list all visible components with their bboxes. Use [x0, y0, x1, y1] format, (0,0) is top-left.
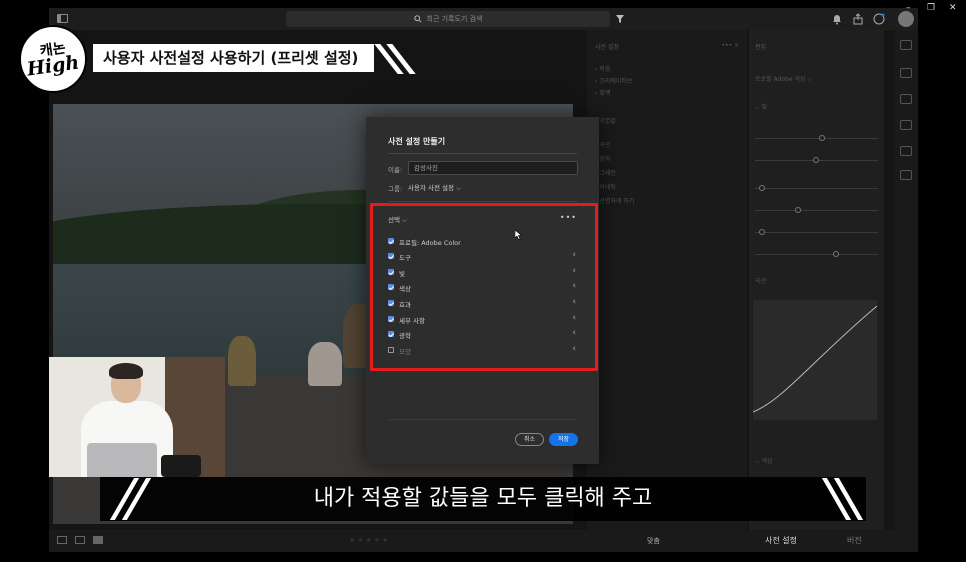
square-grid-icon[interactable]: [75, 536, 85, 544]
avatar[interactable]: [898, 11, 914, 27]
presets-panel: 사전 설정 ••• × › 적응 › 크리에이티브 › 흑백 › 기본값 › 곡…: [587, 30, 747, 530]
cancel-button[interactable]: 취소: [515, 433, 544, 446]
healing-icon[interactable]: [900, 94, 912, 104]
detail-view-icon[interactable]: [93, 536, 103, 544]
divider: [388, 153, 577, 154]
brush-icon[interactable]: [900, 120, 912, 130]
video-title-banner: 사용자 사전설정 사용하기 (프리셋 설정): [93, 44, 375, 72]
tone-curve[interactable]: [752, 300, 878, 420]
grid-view-icon[interactable]: [57, 536, 67, 544]
crop-icon[interactable]: [900, 68, 912, 78]
close-icon[interactable]: ✕: [949, 3, 957, 13]
subtitle-text: 내가 적용할 값들을 모두 클릭해 주고: [313, 486, 653, 511]
tab-presets[interactable]: 사전 설정: [765, 535, 797, 546]
bottom-bar: ★★★★★ 맞춤 사전 설정 버전: [49, 530, 894, 552]
laptop: [87, 443, 157, 477]
edit-tools-icon[interactable]: [900, 40, 912, 50]
group-dropdown[interactable]: 사용자 사전 설정 ⌵: [408, 182, 461, 193]
top-bar: 최근 기록도기 검색: [49, 8, 918, 30]
search-placeholder: 최근 기록도기 검색: [426, 15, 483, 23]
filter-icon[interactable]: [615, 14, 625, 24]
search-bar[interactable]: 최근 기록도기 검색: [286, 11, 610, 27]
sidebar-toggle-icon[interactable]: [57, 14, 68, 23]
subtitle-box: 내가 적용할 값들을 모두 클릭해 주고: [100, 477, 866, 521]
edit-panel: 편집 프로필 Adobe 색상 ⌵ ⌵ 빛 곡선 ⌵ 색상: [749, 30, 884, 530]
name-label: 이름:: [388, 166, 403, 174]
highlight-box: [370, 203, 598, 371]
preset-name-input[interactable]: 감성사진: [408, 161, 578, 175]
search-icon: [413, 15, 422, 23]
right-tool-rail: [894, 30, 918, 552]
group-label: 그룹:: [388, 185, 403, 193]
share-icon[interactable]: [852, 13, 864, 25]
webcam-overlay: [49, 357, 225, 477]
gradient-icon[interactable]: [900, 146, 912, 156]
save-button[interactable]: 저장: [549, 433, 578, 446]
logo-text-bottom: High: [25, 50, 81, 81]
star-rating[interactable]: ★★★★★: [349, 536, 390, 544]
fit-button[interactable]: 맞춤: [647, 536, 660, 546]
channel-logo: 캐논 High: [19, 25, 87, 93]
dialog-title: 사전 설정 만들기: [388, 137, 446, 146]
minimize-icon[interactable]: –: [906, 3, 911, 13]
help-icon[interactable]: [873, 13, 885, 25]
radial-icon[interactable]: [900, 170, 912, 180]
divider: [388, 419, 577, 420]
tab-versions[interactable]: 버전: [847, 535, 862, 546]
divider: [388, 201, 577, 202]
bell-icon[interactable]: [831, 13, 843, 25]
restore-icon[interactable]: ❐: [927, 3, 935, 13]
